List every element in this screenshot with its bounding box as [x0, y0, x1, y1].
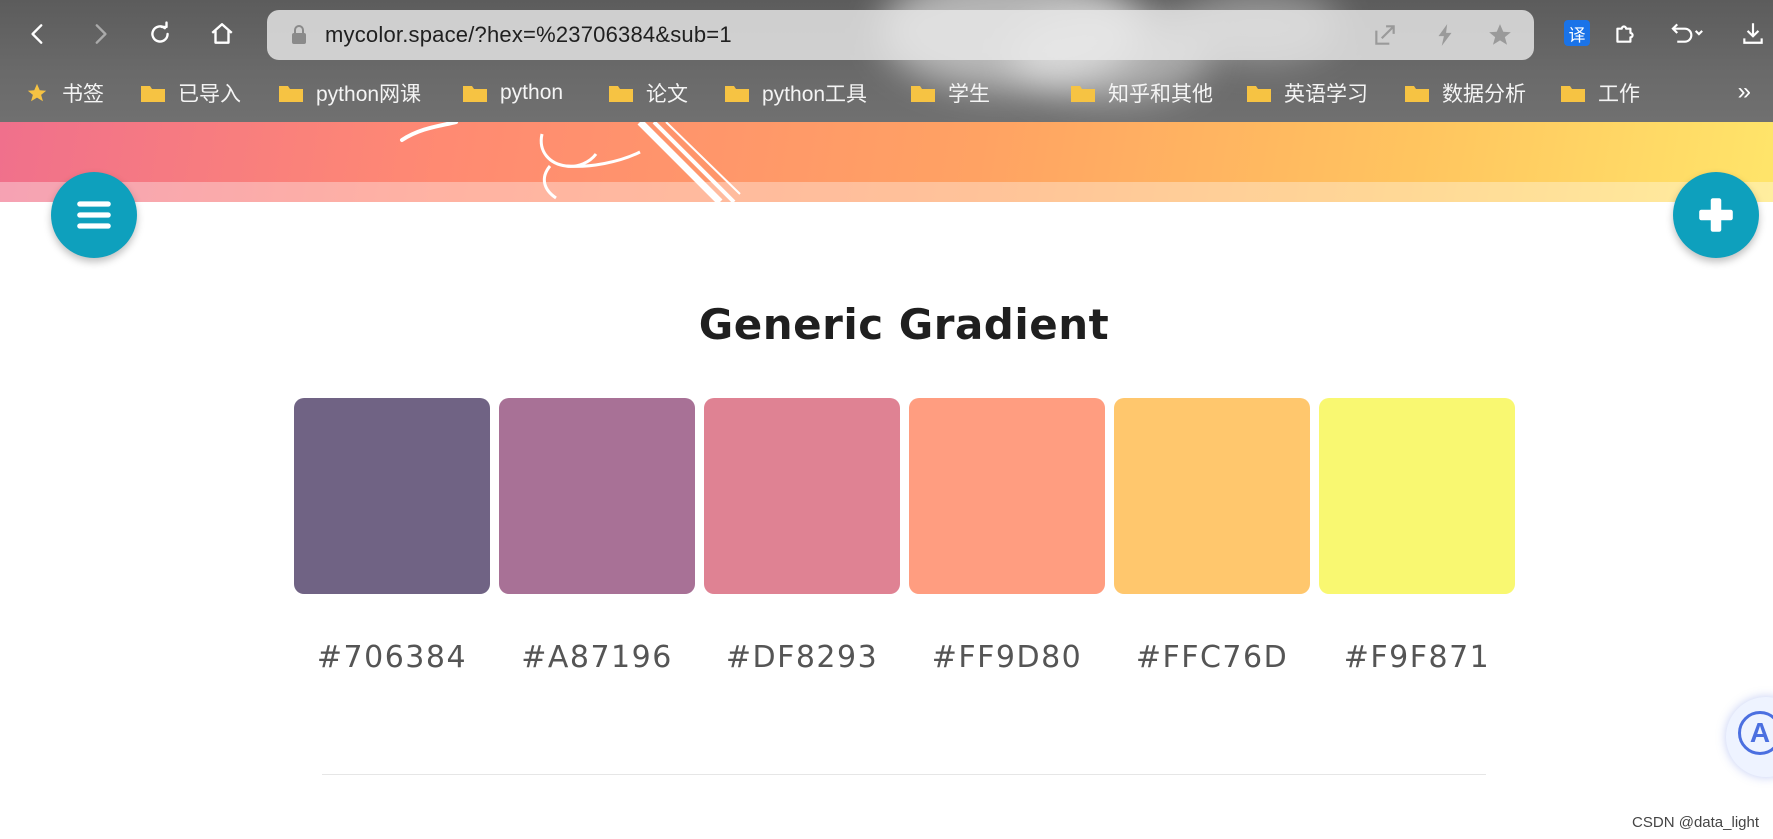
assistant-widget[interactable]: A	[1726, 697, 1773, 777]
hex-code[interactable]: #DF8293	[704, 640, 900, 675]
bookmarks-overflow-button[interactable]: »	[1738, 78, 1751, 106]
bookmark-label: python网课	[316, 83, 422, 106]
bookmark-label: 工作	[1598, 83, 1640, 106]
bookmark-folder[interactable]: 论文	[608, 78, 688, 108]
back-button[interactable]	[18, 14, 58, 54]
color-swatch[interactable]	[499, 398, 695, 594]
plus-icon	[1699, 198, 1733, 232]
add-palette-button[interactable]	[1673, 172, 1759, 258]
puzzle-icon	[1616, 25, 1634, 43]
home-icon	[211, 23, 233, 44]
bookmark-folder[interactable]: python网课	[278, 78, 421, 108]
bookmark-label: python工具	[762, 83, 868, 106]
bookmark-folder[interactable]: 知乎和其他	[1070, 78, 1213, 108]
folder-icon	[911, 86, 935, 102]
folder-icon	[1405, 86, 1429, 102]
bookmark-label: 英语学习	[1284, 83, 1368, 106]
url-text[interactable]: mycolor.space/?hex=%23706384&sub=1	[325, 22, 732, 48]
color-swatch[interactable]	[1114, 398, 1310, 594]
hero-banner	[0, 122, 1773, 202]
folder-icon	[609, 86, 633, 102]
hamburger-menu-icon	[77, 201, 111, 229]
bookmark-folder[interactable]: 英语学习	[1246, 78, 1368, 108]
assistant-icon: A	[1738, 711, 1773, 755]
bookmark-label: 论文	[646, 83, 688, 106]
undo-close-tab-button[interactable]	[1660, 14, 1714, 52]
bookmark-folder[interactable]: 数据分析	[1404, 78, 1526, 108]
hero-fade	[0, 182, 1773, 202]
color-swatch[interactable]	[704, 398, 900, 594]
bookmarks-bar: 书签 已导入 python网课 python 论文 python工具 学生 知乎…	[0, 72, 1773, 114]
address-bar[interactable]: mycolor.space/?hex=%23706384&sub=1	[267, 10, 1534, 60]
watermark: CSDN @data_light	[1632, 814, 1759, 831]
bookmark-label: python	[500, 81, 564, 104]
reload-button[interactable]	[140, 14, 180, 54]
hex-code[interactable]: #FFC76D	[1114, 640, 1310, 675]
forward-arrow-icon	[95, 24, 107, 44]
extensions-button[interactable]	[1606, 14, 1644, 52]
bookmark-folder[interactable]: 工作	[1560, 78, 1640, 108]
translate-icon: 译	[1564, 20, 1590, 46]
hex-code[interactable]: #A87196	[499, 640, 695, 675]
back-arrow-icon	[31, 24, 43, 44]
folder-icon	[1561, 86, 1585, 102]
folder-icon	[279, 86, 303, 102]
undo-icon	[1671, 23, 1703, 43]
reload-icon	[151, 21, 169, 43]
hex-code[interactable]: #FF9D80	[909, 640, 1105, 675]
color-swatch[interactable]	[1319, 398, 1515, 594]
menu-button[interactable]	[51, 172, 137, 258]
translate-extension-button[interactable]: 译	[1558, 14, 1596, 52]
browser-chrome: mycolor.space/?hex=%23706384&sub=1 译 书签 …	[0, 0, 1773, 122]
bookmark-label: 学生	[948, 83, 990, 106]
palette-title: Generic Gradient	[698, 300, 1110, 349]
folder-icon	[725, 86, 749, 102]
bookmark-label: 已导入	[178, 83, 241, 106]
color-swatch-row	[294, 398, 1516, 594]
bookmark-label: 书签	[62, 83, 104, 106]
folder-icon	[463, 86, 487, 102]
section-divider	[322, 774, 1486, 775]
hex-code[interactable]: #706384	[294, 640, 490, 675]
lightning-icon[interactable]	[1432, 22, 1458, 48]
home-button[interactable]	[202, 14, 242, 54]
bookmark-label: 数据分析	[1442, 83, 1526, 106]
downloads-button[interactable]	[1734, 14, 1772, 52]
folder-icon	[1071, 86, 1095, 102]
bookmark-star-icon[interactable]	[1487, 22, 1513, 48]
download-icon	[1743, 23, 1763, 44]
bookmark-label: 知乎和其他	[1108, 83, 1213, 106]
bookmark-folder[interactable]: python	[462, 78, 563, 108]
lock-icon	[292, 25, 306, 44]
color-swatch[interactable]	[294, 398, 490, 594]
hex-code[interactable]: #F9F871	[1319, 640, 1515, 675]
folder-icon	[1247, 86, 1271, 102]
folder-icon	[141, 86, 165, 102]
bookmark-folder[interactable]: python工具	[724, 78, 867, 108]
share-icon[interactable]	[1372, 22, 1398, 48]
bookmark-item[interactable]: 书签	[24, 78, 104, 108]
forward-button[interactable]	[80, 14, 120, 54]
bookmark-folder[interactable]: 学生	[910, 78, 990, 108]
bookmark-folder[interactable]: 已导入	[140, 78, 241, 108]
color-swatch[interactable]	[909, 398, 1105, 594]
star-icon	[27, 83, 47, 102]
hex-code-row: #706384 #A87196 #DF8293 #FF9D80 #FFC76D …	[294, 640, 1516, 675]
